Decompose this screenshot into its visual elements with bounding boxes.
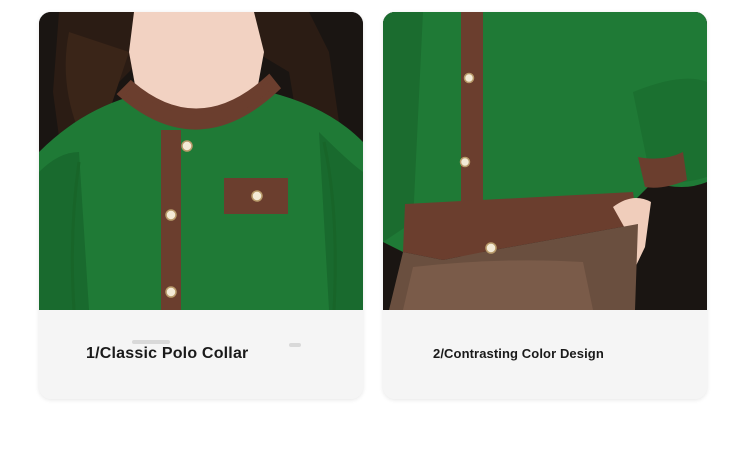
- caption-panel: 2/Contrasting Color Design: [383, 310, 707, 399]
- card-caption: 2/Contrasting Color Design: [433, 346, 604, 361]
- product-card-2[interactable]: 2/Contrasting Color Design: [383, 12, 707, 399]
- product-card-1[interactable]: 1/Classic Polo Collar: [39, 12, 363, 399]
- decorative-smudge: [289, 343, 301, 347]
- caption-panel: 1/Classic Polo Collar: [39, 310, 363, 399]
- decorative-smudge: [132, 340, 170, 344]
- product-photo-contrast: [383, 12, 707, 310]
- card-caption: 1/Classic Polo Collar: [86, 345, 249, 362]
- product-photo-collar: [39, 12, 363, 310]
